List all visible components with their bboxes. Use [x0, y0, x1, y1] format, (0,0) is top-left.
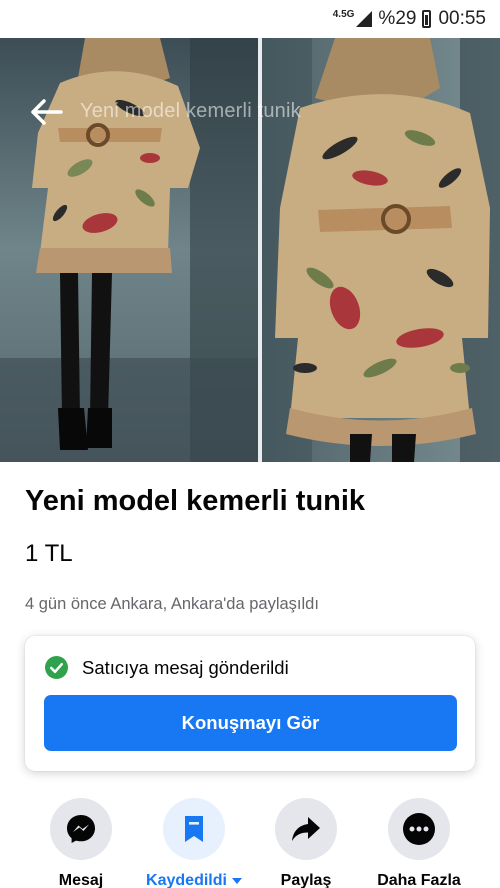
message-sent-card: Satıcıya mesaj gönderildi Konuşmayı Gör	[25, 636, 475, 771]
share-icon	[292, 817, 320, 841]
more-icon	[403, 813, 435, 845]
more-button[interactable]: Daha Fazla	[359, 798, 479, 888]
saved-label-text: Kaydedildi	[146, 872, 227, 888]
bookmark-icon	[185, 816, 203, 842]
chevron-down-icon	[231, 877, 242, 884]
product-photo[interactable]: Yeni model kemerli tunik	[0, 38, 500, 462]
share-button-label: Paylaş	[280, 872, 332, 888]
listing-price: 1 TL	[25, 540, 73, 567]
message-button[interactable]: Mesaj	[21, 798, 141, 888]
action-bar: Mesaj Kaydedildi Paylaş Daha Fazla	[0, 798, 500, 888]
listing-meta: 4 gün önce Ankara, Ankara'da paylaşıldı	[25, 595, 319, 613]
share-button[interactable]: Paylaş	[246, 798, 366, 888]
messenger-icon	[67, 815, 95, 843]
signal-icon	[356, 11, 373, 27]
saved-button-label: Kaydedildi	[134, 872, 254, 888]
check-circle-icon	[45, 656, 68, 679]
battery-icon	[422, 10, 432, 28]
status-bar: 4.5G %29 00:55	[0, 0, 500, 38]
battery-percent: %29	[378, 8, 417, 29]
view-conversation-button[interactable]: Konuşmayı Gör	[44, 695, 457, 751]
clock: 00:55	[438, 8, 486, 29]
network-type: 4.5G	[332, 8, 355, 20]
message-sent-status: Satıcıya mesaj gönderildi	[82, 657, 289, 678]
listing-title: Yeni model kemerli tunik	[25, 485, 366, 517]
back-arrow-icon[interactable]	[30, 98, 64, 126]
overlay-title: Yeni model kemerli tunik	[80, 100, 301, 122]
more-button-label: Daha Fazla	[377, 872, 461, 888]
message-button-label: Mesaj	[58, 872, 104, 888]
saved-button[interactable]: Kaydedildi	[134, 798, 254, 888]
